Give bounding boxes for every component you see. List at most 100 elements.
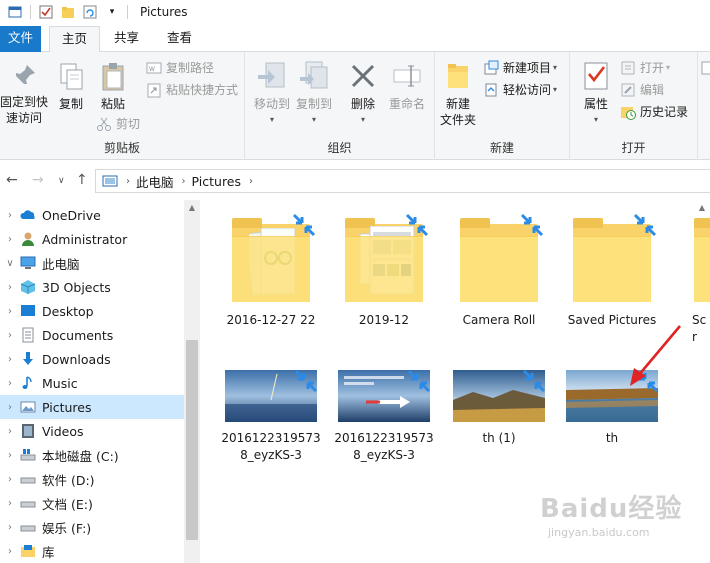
expand-chevron-icon[interactable]: ›	[0, 450, 20, 461]
nav-scrollbar-thumb[interactable]	[186, 340, 198, 540]
new-folder-label-2: 文件夹	[439, 113, 476, 127]
expand-chevron-icon[interactable]: ›	[0, 282, 20, 293]
copy-to-button[interactable]: 复制到 ▾	[293, 60, 335, 128]
open-group: 属性 ▾ 打开 ▾ 编辑 历史记录 打开	[570, 52, 698, 160]
expand-chevron-icon[interactable]: ›	[0, 354, 20, 365]
open-button[interactable]: 打开 ▾	[620, 60, 670, 76]
nav-label: 此电脑	[42, 256, 80, 272]
expand-chevron-icon[interactable]: ›	[0, 210, 20, 221]
folder-item[interactable]: Camera Roll	[444, 213, 554, 329]
new-item-button[interactable]: 新建项目 ▾	[483, 60, 557, 76]
nav-item-documents[interactable]: › Documents	[0, 323, 184, 347]
paste-shortcut-button[interactable]: 粘贴快捷方式	[146, 82, 238, 98]
easy-access-button[interactable]: 轻松访问 ▾	[483, 82, 557, 98]
history-icon	[620, 104, 636, 120]
tab-home[interactable]: 主页	[49, 26, 101, 53]
new-item-label: 新建项目	[503, 61, 552, 75]
paste-shortcut-label: 粘贴快捷方式	[166, 83, 239, 97]
properties-button[interactable]: 属性 ▾	[576, 60, 616, 128]
delete-button[interactable]: 删除 ▾	[343, 60, 383, 128]
breadcrumb-this-pc[interactable]: 此电脑	[136, 172, 174, 191]
folder-item[interactable]: 2016-12-27 22	[216, 213, 326, 329]
move-to-button[interactable]: 移动到 ▾	[251, 60, 293, 128]
file-name: th	[605, 431, 619, 445]
user-icon	[20, 231, 36, 247]
expand-chevron-icon[interactable]: ›	[0, 330, 20, 341]
nav-label: 本地磁盘 (C:)	[42, 448, 119, 464]
nav-item-music[interactable]: › Music	[0, 371, 184, 395]
expand-chevron-icon[interactable]: ›	[0, 474, 20, 485]
content-scroll-up-icon[interactable]: ▲	[694, 200, 710, 216]
folder-item[interactable]: Saved Pictures	[557, 213, 667, 329]
expand-chevron-icon[interactable]: ›	[0, 546, 20, 557]
nav-item-administrator[interactable]: › Administrator	[0, 227, 184, 251]
nav-item-drive-e[interactable]: › 文档 (E:)	[0, 491, 184, 515]
rename-button[interactable]: 重命名	[385, 60, 429, 112]
history-button[interactable]: 历史记录	[620, 104, 688, 120]
folder-item[interactable]: 2019-12	[329, 213, 439, 329]
drive-icon	[20, 519, 36, 535]
expand-chevron-icon[interactable]: ›	[0, 402, 20, 413]
back-arrow-icon[interactable]: ←	[6, 172, 18, 188]
nav-item-downloads[interactable]: › Downloads	[0, 347, 184, 371]
nav-item-this-pc[interactable]: ∨ 此电脑	[0, 251, 184, 275]
up-arrow-icon[interactable]: ↑	[76, 172, 88, 188]
nav-item-desktop[interactable]: › Desktop	[0, 299, 184, 323]
pin-icon	[14, 65, 35, 86]
new-folder-quick-icon[interactable]	[61, 5, 75, 19]
nav-item-drive-c[interactable]: › 本地磁盘 (C:)	[0, 443, 184, 467]
sync-arrows-icon	[292, 213, 316, 237]
download-icon	[20, 351, 36, 367]
videos-icon	[20, 423, 36, 439]
edit-label: 编辑	[640, 83, 665, 97]
image-thumbnail	[338, 369, 431, 422]
file-item[interactable]: 2016122319573 8_eyzKS-3	[216, 369, 326, 464]
expand-chevron-icon[interactable]: ›	[0, 234, 20, 245]
baidu-watermark: Baidu经验	[540, 494, 683, 524]
new-folder-button[interactable]: 新建 文件夹	[437, 60, 479, 128]
tab-share[interactable]: 共享	[102, 26, 151, 52]
nav-item-drive-f[interactable]: › 娱乐 (F:)	[0, 515, 184, 539]
nav-item-onedrive[interactable]: › OneDrive	[0, 203, 184, 227]
paste-button[interactable]: 粘贴	[94, 62, 132, 112]
nav-item-pictures[interactable]: › Pictures	[0, 395, 184, 419]
copy-button[interactable]: 复制	[54, 62, 88, 112]
pin-quick-access-button[interactable]: 固定到快 速访问	[0, 62, 48, 126]
collapse-chevron-icon[interactable]: ∨	[0, 258, 20, 269]
expand-chevron-icon[interactable]: ›	[0, 522, 20, 533]
paste-icon	[102, 63, 124, 91]
expand-chevron-icon[interactable]: ›	[0, 426, 20, 437]
undo-quick-icon[interactable]	[83, 5, 97, 19]
recent-locations-chevron-icon[interactable]: ∨	[58, 176, 65, 186]
windows-drive-icon	[20, 447, 36, 463]
expand-chevron-icon[interactable]: ›	[0, 306, 20, 317]
edit-icon	[620, 82, 636, 98]
edit-button[interactable]: 编辑	[620, 82, 664, 98]
nav-item-videos[interactable]: › Videos	[0, 419, 184, 443]
svg-text:W: W	[149, 66, 155, 73]
library-icon	[20, 543, 36, 559]
file-item[interactable]: th (1)	[444, 369, 554, 447]
expand-chevron-icon[interactable]: ›	[0, 378, 20, 389]
file-item[interactable]: 2016122319573 8_eyzKS-3	[329, 369, 439, 464]
scroll-up-icon[interactable]: ▲	[184, 200, 200, 216]
breadcrumb-pictures[interactable]: Pictures	[192, 174, 242, 189]
expand-chevron-icon[interactable]: ›	[0, 498, 20, 509]
address-bar[interactable]: › 此电脑 › Pictures ›	[95, 169, 710, 193]
forward-arrow-icon[interactable]: →	[32, 172, 44, 188]
nav-item-3d-objects[interactable]: › 3D Objects	[0, 275, 184, 299]
tab-view[interactable]: 查看	[155, 26, 204, 52]
nav-item-drive-d[interactable]: › 软件 (D:)	[0, 467, 184, 491]
tab-file[interactable]: 文件	[0, 26, 41, 52]
nav-item-libraries[interactable]: › 库	[0, 539, 184, 563]
customize-toolbar-icon[interactable]: ▾	[105, 5, 119, 19]
folder-name: Scr	[692, 313, 707, 344]
new-group-label: 新建	[489, 141, 514, 155]
copy-to-icon	[300, 61, 328, 89]
copy-path-button[interactable]: W 复制路径	[146, 60, 214, 76]
select-partial[interactable]	[700, 60, 710, 76]
properties-check-icon[interactable]	[39, 5, 53, 19]
delete-x-icon	[351, 64, 375, 88]
move-to-label: 移动到	[253, 97, 290, 111]
cut-button[interactable]: 剪切	[96, 116, 140, 132]
